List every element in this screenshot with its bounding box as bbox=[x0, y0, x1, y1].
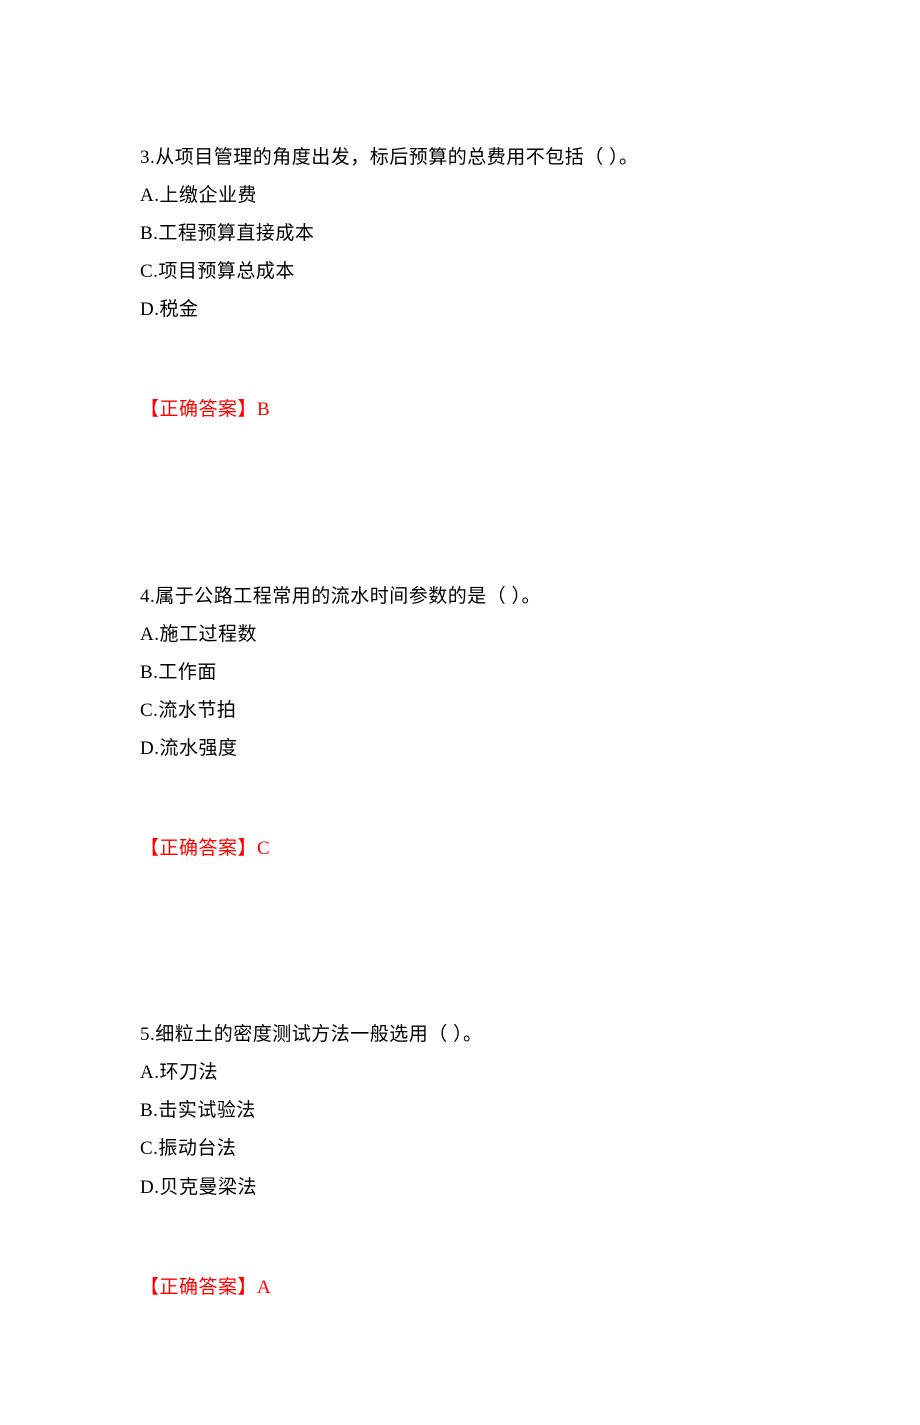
answer-label: 【正确答案】 bbox=[140, 1277, 257, 1298]
option-c: C.流水节拍 bbox=[140, 693, 780, 729]
answer-value: A bbox=[257, 1277, 271, 1298]
question-block-3: 3.从项目管理的角度出发，标后预算的总费用不包括（ ）。 A.上缴企业费 B.工… bbox=[140, 140, 780, 429]
option-b: B.工程预算直接成本 bbox=[140, 216, 780, 252]
option-a: A.环刀法 bbox=[140, 1055, 780, 1091]
option-b: B.工作面 bbox=[140, 655, 780, 691]
option-d: D.流水强度 bbox=[140, 731, 780, 767]
option-b: B.击实试验法 bbox=[140, 1093, 780, 1129]
answer-label: 【正确答案】 bbox=[140, 399, 257, 420]
answer-label: 【正确答案】 bbox=[140, 838, 257, 859]
option-c: C.项目预算总成本 bbox=[140, 254, 780, 290]
option-a: A.上缴企业费 bbox=[140, 178, 780, 214]
question-prompt: 3.从项目管理的角度出发，标后预算的总费用不包括（ ）。 bbox=[140, 140, 780, 176]
question-prompt: 5.细粒土的密度测试方法一般选用（ ）。 bbox=[140, 1017, 780, 1053]
question-block-4: 4.属于公路工程常用的流水时间参数的是（ ）。 A.施工过程数 B.工作面 C.… bbox=[140, 579, 780, 868]
answer-line: 【正确答案】C bbox=[140, 831, 780, 867]
question-block-5: 5.细粒土的密度测试方法一般选用（ ）。 A.环刀法 B.击实试验法 C.振动台… bbox=[140, 1017, 780, 1306]
option-d: D.税金 bbox=[140, 292, 780, 328]
option-a: A.施工过程数 bbox=[140, 617, 780, 653]
option-d: D.贝克曼梁法 bbox=[140, 1170, 780, 1206]
option-c: C.振动台法 bbox=[140, 1131, 780, 1167]
answer-value: C bbox=[257, 838, 270, 859]
answer-line: 【正确答案】A bbox=[140, 1270, 780, 1306]
page-container: 3.从项目管理的角度出发，标后预算的总费用不包括（ ）。 A.上缴企业费 B.工… bbox=[0, 0, 920, 1425]
answer-value: B bbox=[257, 399, 270, 420]
answer-line: 【正确答案】B bbox=[140, 392, 780, 428]
question-prompt: 4.属于公路工程常用的流水时间参数的是（ ）。 bbox=[140, 579, 780, 615]
